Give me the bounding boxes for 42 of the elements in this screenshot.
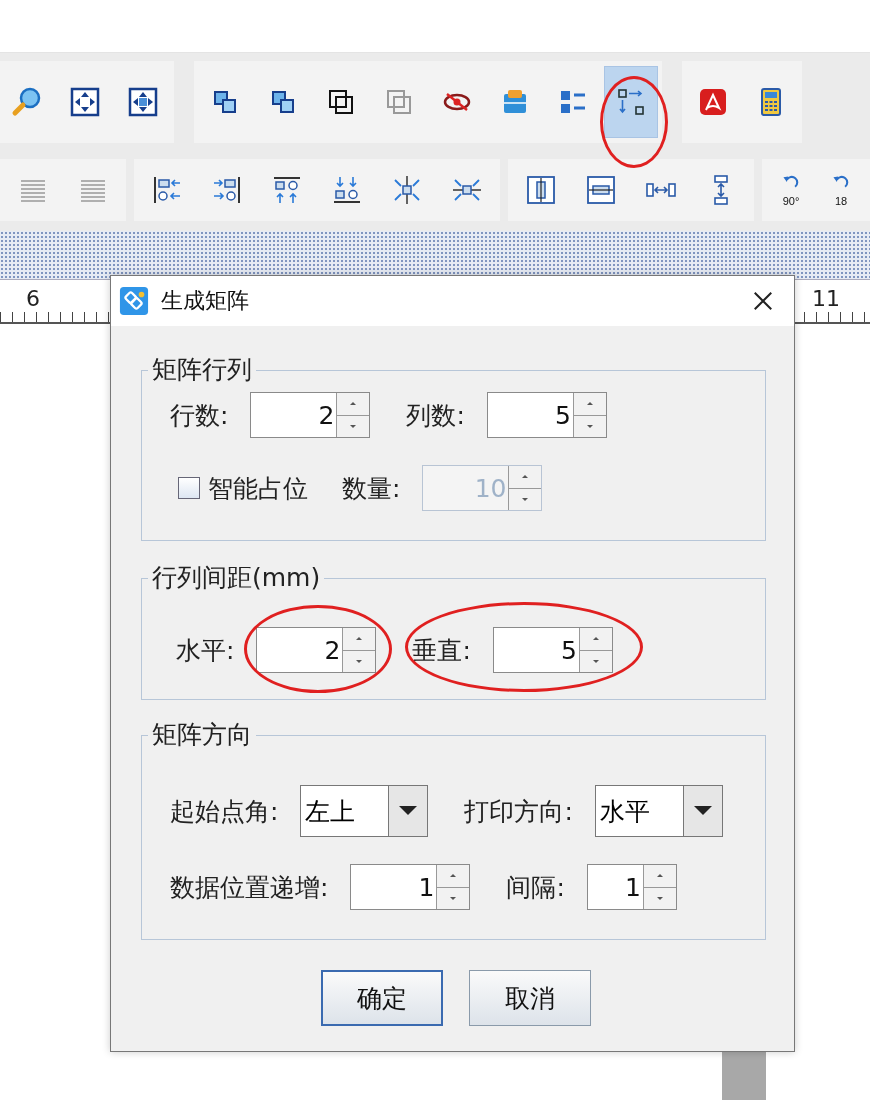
group-title: 矩阵行列 [151, 355, 253, 385]
pdf-icon [697, 86, 729, 118]
align-right-icon [211, 174, 243, 206]
number-spinner[interactable]: 5 [492, 627, 613, 673]
number-spinner[interactable]: 1 [350, 864, 471, 910]
matrix-layout-icon [615, 86, 647, 118]
field-label: 数量: [342, 472, 401, 505]
align-left-icon [151, 174, 183, 206]
dropdown[interactable]: 水平 [594, 785, 723, 837]
field-label: 行数: [170, 399, 229, 432]
number-spinner[interactable]: 2 [250, 392, 371, 438]
horizontal-center-icon [525, 174, 557, 206]
align-top-icon [271, 174, 303, 206]
dialog-title: 生成矩阵 [161, 287, 250, 315]
center-vertical-icon [391, 174, 423, 206]
close-icon[interactable] [752, 290, 774, 312]
magnifier-icon [11, 86, 43, 118]
dialog-button[interactable]: 确定 [321, 970, 443, 1026]
field-label: 起始点角: [170, 795, 279, 828]
dropdown[interactable]: 左上 [300, 785, 429, 837]
align-bottom-icon [331, 174, 363, 206]
dialog-button[interactable]: 取消 [469, 970, 591, 1026]
toolbar-button[interactable]: 18 [820, 160, 862, 220]
app-icon [119, 286, 149, 316]
ruler-label: 11 [812, 286, 840, 311]
ruler-label: 6 [26, 286, 40, 311]
checkbox[interactable]: 智能占位 [178, 471, 308, 505]
field-label: 打印方向: [464, 795, 573, 828]
vertical-center-icon [585, 174, 617, 206]
number-spinner[interactable]: 1 [586, 864, 677, 910]
group-title: 矩阵方向 [151, 720, 253, 750]
fit-page-icon [127, 86, 159, 118]
toolbar-button[interactable]: 90° [770, 160, 812, 220]
field-label: 列数: [406, 399, 465, 432]
expand-arrows-icon [69, 86, 101, 118]
field-label: 水平: [176, 634, 235, 667]
number-spinner[interactable]: 5 [486, 392, 607, 438]
field-label: 数据位置递增: [170, 871, 329, 904]
number-spinner[interactable]: 2 [256, 627, 377, 673]
field-label: 垂直: [412, 634, 471, 667]
field-label: 间隔: [506, 871, 565, 904]
group-title: 行列间距(mm) [151, 563, 322, 593]
